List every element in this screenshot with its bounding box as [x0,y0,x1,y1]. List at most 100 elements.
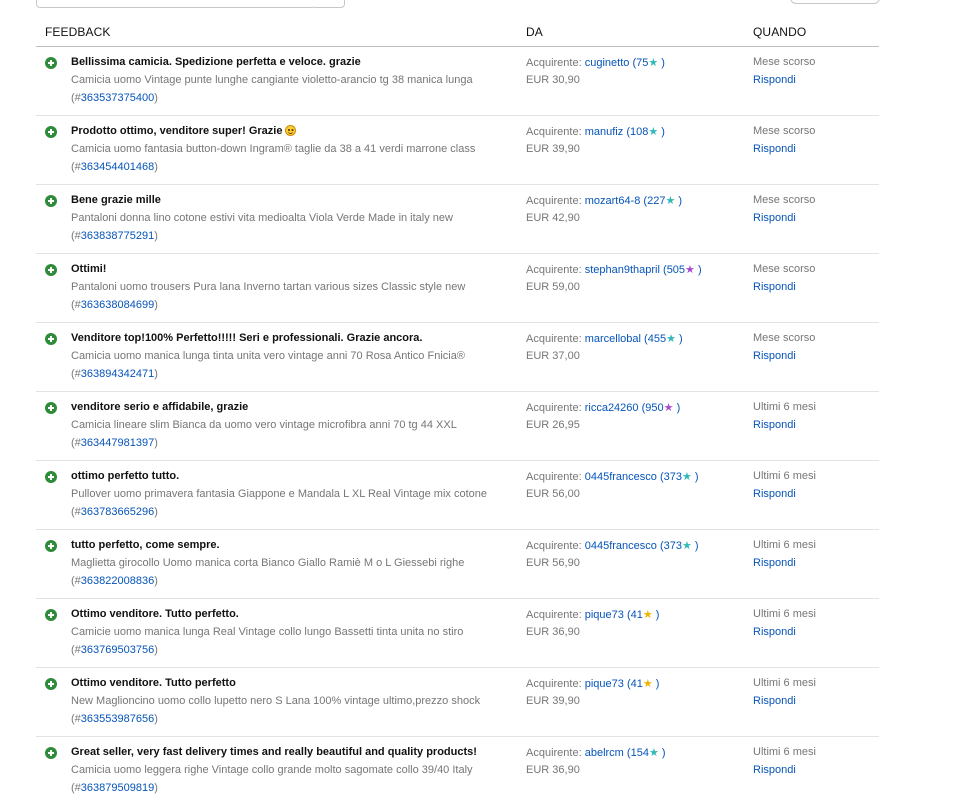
buyer-link[interactable]: cuginetto [585,57,630,69]
positive-feedback-icon [45,195,57,207]
buyer-link[interactable]: 0445francesco [585,471,657,483]
positive-feedback-icon [45,678,57,690]
buyer-link[interactable]: mozart64-8 [585,195,641,207]
buyer-link[interactable]: stephan9thapril [585,264,660,276]
table-row: Ottimo venditore. Tutto perfetto New Magl… [36,668,879,737]
buyer-link[interactable]: 0445francesco [585,540,657,552]
reply-link[interactable]: Rispondi [753,557,796,569]
item-number-link[interactable]: 363553987656 [81,713,154,725]
reply-link[interactable]: Rispondi [753,281,796,293]
buyer-score-value: 950 [645,402,664,414]
reply-link[interactable]: Rispondi [753,74,796,86]
item-number-link[interactable]: 363894342471 [81,368,154,380]
smiley-icon [285,125,297,136]
feedback-comment: ottimo perfetto tutto. [71,470,179,482]
reply-link[interactable]: Rispondi [753,764,796,776]
table-header: FEEDBACK DA QUANDO [36,16,879,47]
buyer-score[interactable]: (154★ ) [627,747,666,759]
item-number-link[interactable]: 363537375400 [81,92,154,104]
reply-link[interactable]: Rispondi [753,695,796,707]
item-number-link[interactable]: 363783665296 [81,506,154,518]
feedback-comment-text: Venditore top!100% Perfetto!!!!! Seri e … [71,332,423,344]
item-number-link[interactable]: 363822008836 [81,575,154,587]
item-number-link[interactable]: 363638084699 [81,299,154,311]
buyer-score[interactable]: (455★ ) [644,333,683,345]
star-icon: ★ [642,609,653,621]
buyer-link[interactable]: pique73 [585,609,624,621]
buyer-link[interactable]: manufiz [585,126,624,138]
star-icon: ★ [681,471,692,483]
table-row: venditore serio e affidabile, grazie Cami… [36,392,879,461]
buyer-score[interactable]: (505★ ) [663,264,702,276]
table-row: tutto perfetto, come sempre. Maglietta gi… [36,530,879,599]
item-number-link[interactable]: 363879509819 [81,782,154,794]
buyer-score[interactable]: (108★ ) [626,126,665,138]
item-number-link[interactable]: 363447981397 [81,437,154,449]
buyer-score-value: 75 [636,57,649,69]
filter-button[interactable] [790,0,880,4]
feedback-comment: Bene grazie mille [71,194,161,206]
buyer-prefix: Acquirente: [526,126,582,138]
buyer-score[interactable]: (373★ ) [660,540,699,552]
search-input[interactable] [36,0,316,8]
item-number-link[interactable]: 363769503756 [81,644,154,656]
reply-link[interactable]: Rispondi [753,212,796,224]
buyer-info: Acquirente: pique73 (41★ ) [526,677,659,690]
buyer-score-value: 373 [663,540,682,552]
price: EUR 56,90 [526,557,580,569]
buyer-score-value: 227 [647,195,666,207]
feedback-comment: Ottimo venditore. Tutto perfetto. [71,608,239,620]
item-number: (#363838775291) [71,230,158,242]
feedback-comment: Ottimi! [71,263,106,275]
feedback-comment: Bellissima camicia. Spedizione perfetta … [71,56,361,68]
reply-link[interactable]: Rispondi [753,419,796,431]
buyer-score[interactable]: (41★ ) [627,678,660,690]
table-row: Bellissima camicia. Spedizione perfetta … [36,47,879,116]
item-number-link[interactable]: 363838775291 [81,230,154,242]
buyer-score[interactable]: (75★ ) [632,57,665,69]
positive-feedback-icon [45,264,57,276]
price: EUR 56,00 [526,488,580,500]
buyer-info: Acquirente: marcellobal (455★ ) [526,332,683,345]
buyer-score[interactable]: (227★ ) [643,195,682,207]
buyer-score[interactable]: (373★ ) [660,471,699,483]
buyer-score[interactable]: (41★ ) [627,609,660,621]
item-title: Camicia uomo leggera righe Vintage collo… [71,764,473,776]
buyer-prefix: Acquirente: [526,471,582,483]
buyer-score[interactable]: (950★ ) [642,402,681,414]
buyer-link[interactable]: ricca24260 [585,402,639,414]
buyer-score-value: 455 [647,333,667,345]
item-number-link[interactable]: 363454401468 [81,161,154,173]
buyer-prefix: Acquirente: [526,195,582,207]
buyer-link[interactable]: abelrcm [585,747,624,759]
price: EUR 36,90 [526,626,580,638]
buyer-link[interactable]: pique73 [585,678,624,690]
buyer-score-value: 108 [629,126,649,138]
header-quando: QUANDO [753,25,807,39]
buyer-prefix: Acquirente: [526,747,582,759]
header-da: DA [526,25,543,39]
item-title: Maglietta girocollo Uomo manica corta Bi… [71,557,465,569]
item-title: Camicia uomo Vintage punte lunghe cangia… [71,74,473,86]
feedback-comment-text: Ottimo venditore. Tutto perfetto. [71,608,239,620]
reply-link[interactable]: Rispondi [753,488,796,500]
item-title: Camicie uomo manica lunga Real Vintage c… [71,626,464,638]
price: EUR 39,90 [526,143,580,155]
reply-link[interactable]: Rispondi [753,143,796,155]
price: EUR 59,00 [526,281,580,293]
price: EUR 36,90 [526,764,580,776]
table-row: Venditore top!100% Perfetto!!!!! Seri e … [36,323,879,392]
feedback-date: Ultimi 6 mesi [753,539,816,551]
star-icon: ★ [648,57,659,69]
buyer-link[interactable]: marcellobal [585,333,641,345]
reply-link[interactable]: Rispondi [753,626,796,638]
price: EUR 26,95 [526,419,580,431]
buyer-info: Acquirente: 0445francesco (373★ ) [526,470,699,483]
positive-feedback-icon [45,57,57,69]
feedback-comment-text: Great seller, very fast delivery times a… [71,746,477,758]
reply-link[interactable]: Rispondi [753,350,796,362]
search-dropdown-button[interactable] [314,0,345,8]
feedback-comment: Ottimo venditore. Tutto perfetto [71,677,236,689]
positive-feedback-icon [45,747,57,759]
buyer-info: Acquirente: pique73 (41★ ) [526,608,659,621]
